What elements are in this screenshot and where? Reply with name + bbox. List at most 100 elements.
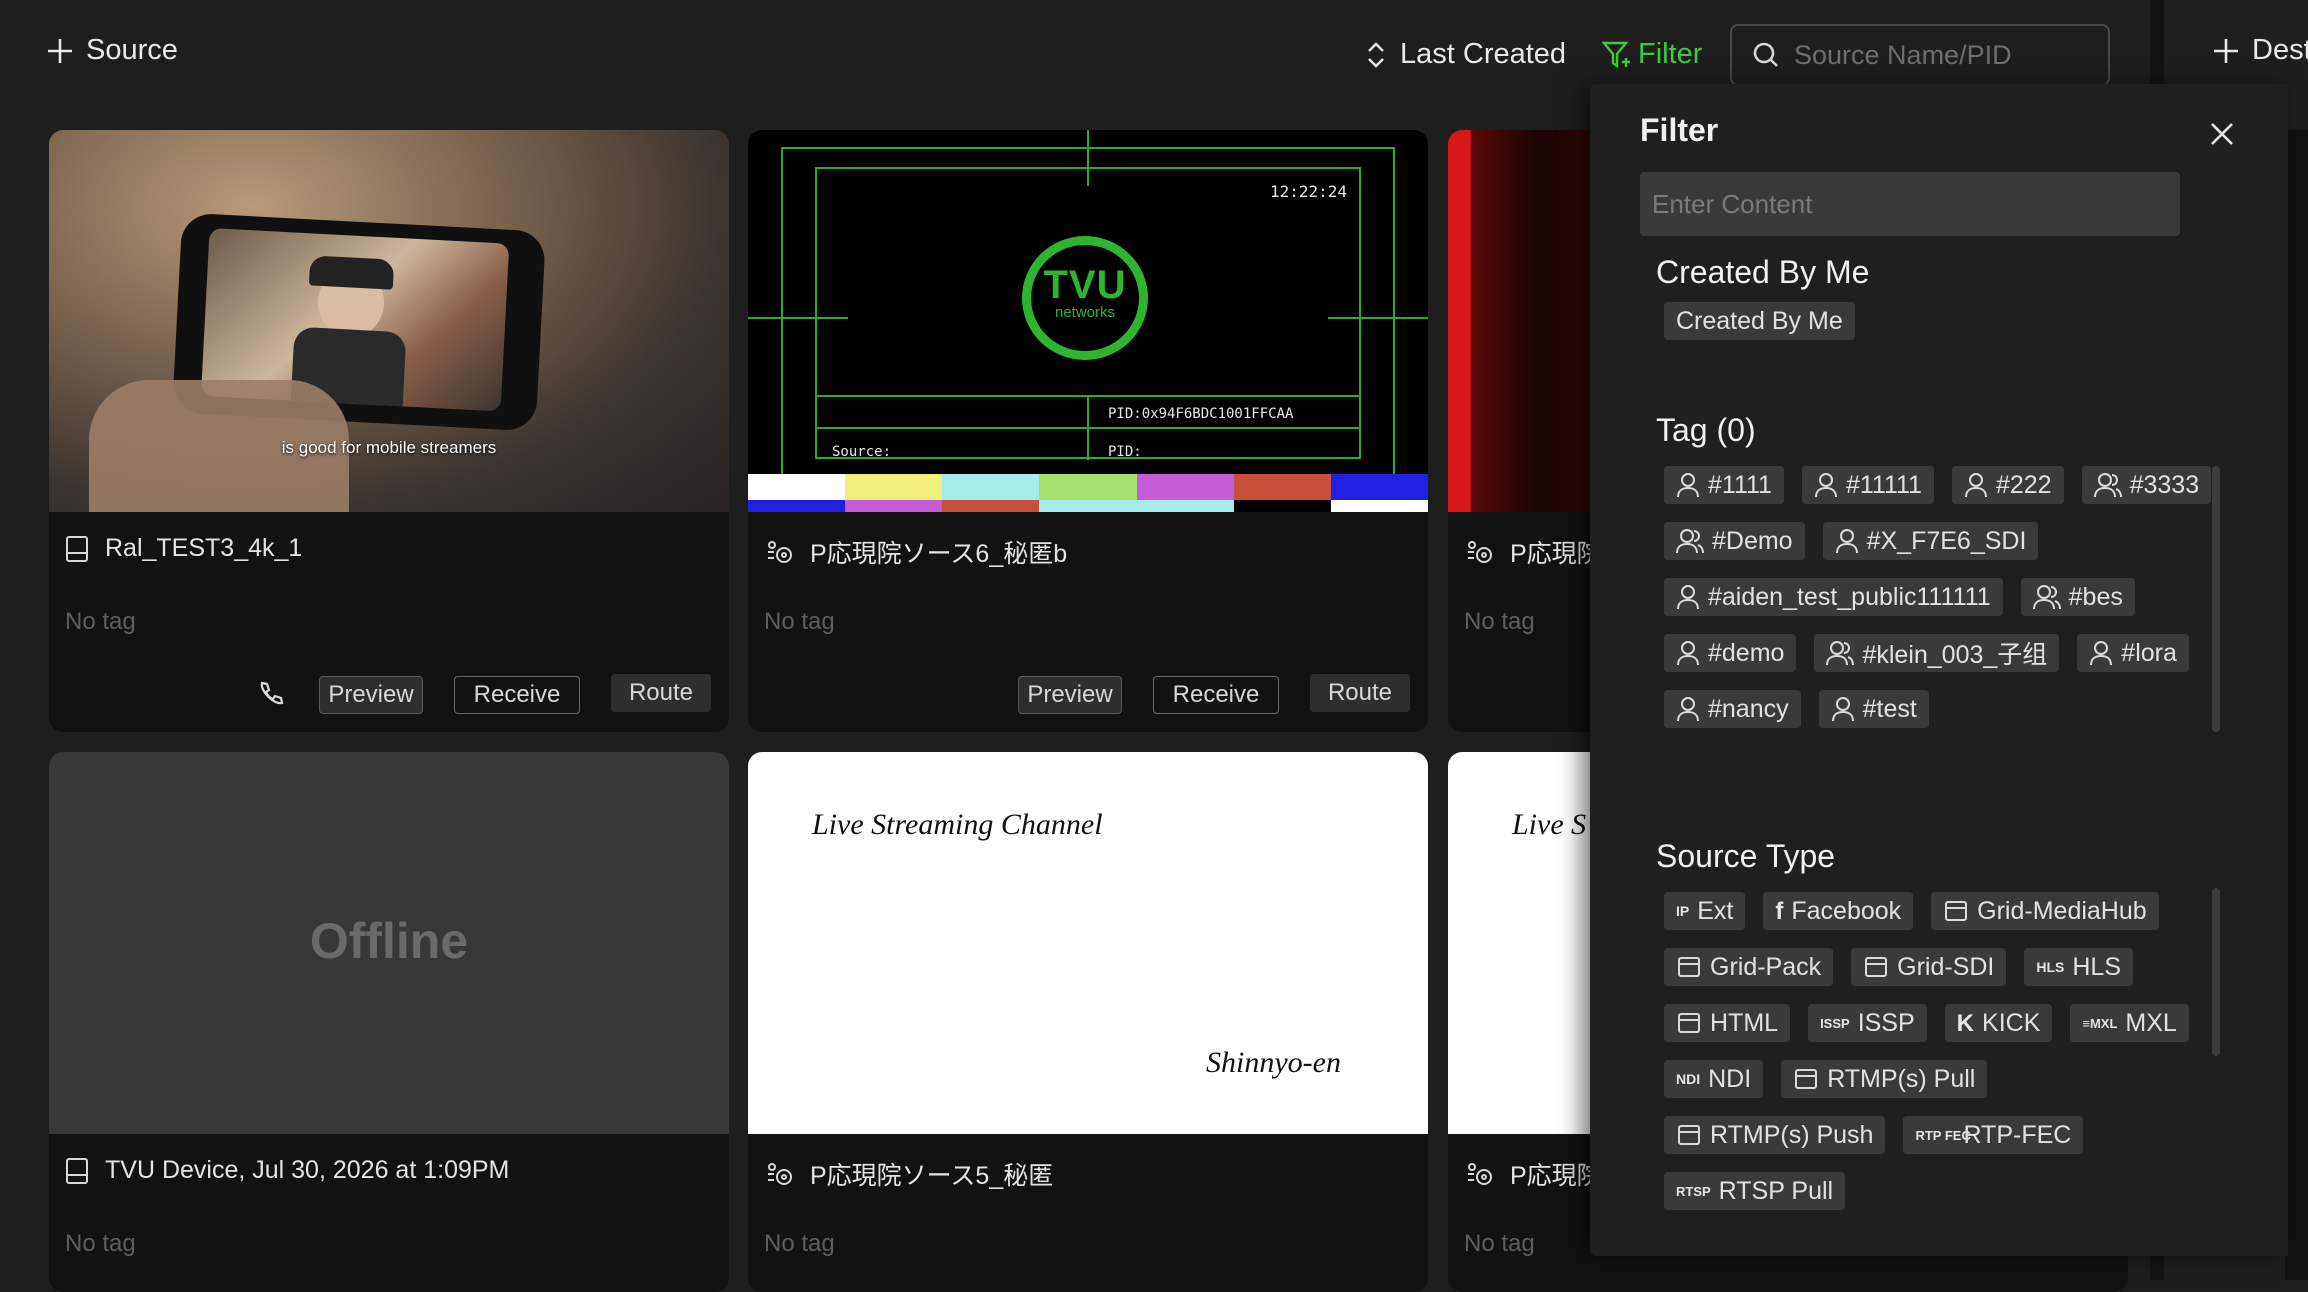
- rtmp-pull-icon: [1795, 1069, 1818, 1089]
- users-icon: [1676, 529, 1704, 554]
- tag-chip[interactable]: #222: [1951, 466, 2064, 504]
- pid-readout: PID:0x94F6BDC1001FFCAA: [1108, 406, 1294, 422]
- source-card[interactable]: Offline TVU Device, Jul 30, 2026 at 1:09…: [49, 752, 729, 1292]
- source-type-chip[interactable]: HTML: [1664, 1004, 1791, 1042]
- no-tag-label: No tag: [1464, 1230, 1535, 1257]
- channel-title-text: Live Streaming Channel: [812, 808, 1103, 841]
- phone-call-icon[interactable]: [255, 680, 285, 710]
- tag-chip[interactable]: #bes: [2020, 578, 2135, 616]
- source-title: P応現院: [1464, 534, 1602, 570]
- filter-funnel-icon: [1602, 41, 1630, 68]
- route-button[interactable]: Route: [611, 674, 711, 712]
- source-type-chip[interactable]: ≡MXL MXL: [2070, 1004, 2189, 1042]
- tag-chip[interactable]: #Demo: [1664, 522, 1805, 560]
- source-readout-label: Source:: [832, 444, 892, 460]
- users-icon: [2093, 473, 2122, 498]
- tvu-device-icon: [66, 535, 88, 562]
- source-type-chip[interactable]: Grid-SDI: [1851, 948, 2007, 986]
- user-icon: [1831, 697, 1854, 722]
- offline-status: Offline: [309, 913, 469, 969]
- tag-chip[interactable]: #1111: [1664, 466, 1784, 504]
- user-icon: [1814, 473, 1837, 498]
- source-thumbnail[interactable]: is good for mobile streamers: [49, 130, 729, 512]
- tag-chip[interactable]: #demo: [1664, 634, 1797, 672]
- receive-button[interactable]: Receive: [454, 676, 580, 714]
- source-card[interactable]: 12:22:24 TVU networks PID:0x94F6BDC1001F…: [748, 130, 1428, 732]
- source-type-chip[interactable]: IP Ext: [1664, 892, 1746, 930]
- source-type-chip[interactable]: RTMP(s) Pull: [1781, 1060, 1988, 1098]
- kick-icon: K: [1956, 1009, 1975, 1037]
- filter-search-input[interactable]: [1640, 172, 2180, 236]
- source-search-input[interactable]: [1794, 39, 2094, 71]
- tag-chip[interactable]: #test: [1818, 690, 1929, 728]
- receive-button[interactable]: Receive: [1153, 676, 1279, 714]
- tag-list-scrollbar[interactable]: [2212, 466, 2220, 732]
- tag-chip[interactable]: #lora: [2077, 634, 2189, 672]
- source-search-box[interactable]: [1730, 24, 2110, 86]
- ip-icon: IP: [1676, 902, 1690, 919]
- hls-icon: HLS: [2036, 958, 2065, 975]
- source-type-heading: Source Type: [1656, 838, 1836, 874]
- source-thumbnail[interactable]: Live Streaming Channel Shinnyo-en: [748, 752, 1428, 1134]
- tag-heading: Tag (0): [1656, 412, 1756, 448]
- user-icon: [1677, 473, 1699, 498]
- tag-chip[interactable]: #nancy: [1664, 690, 1801, 728]
- source-type-chip[interactable]: Grid-Pack: [1664, 948, 1834, 986]
- tag-chip[interactable]: #3333: [2081, 466, 2212, 504]
- sort-button[interactable]: Last Created: [1364, 38, 1566, 71]
- ndi-icon: NDI: [1676, 1070, 1701, 1087]
- user-icon: [1835, 529, 1858, 554]
- no-tag-label: No tag: [65, 1230, 136, 1257]
- search-icon: [1753, 42, 1778, 67]
- tag-chip[interactable]: #11111: [1801, 466, 1934, 504]
- signature-text: Shinnyo-en: [1206, 1046, 1341, 1079]
- preview-button[interactable]: Preview: [319, 676, 423, 714]
- no-tag-label: No tag: [65, 608, 136, 635]
- grid-pack-icon: [1678, 957, 1700, 977]
- add-source-label: Source: [86, 34, 178, 66]
- plus-icon: [48, 38, 72, 63]
- source-card[interactable]: Live Streaming Channel Shinnyo-en P応現院ソー…: [748, 752, 1428, 1292]
- source-thumbnail[interactable]: Offline: [49, 752, 729, 1134]
- source-type-chip[interactable]: RTP FEC RTP-FEC: [1903, 1116, 2084, 1154]
- tag-chip[interactable]: #X_F7E6_SDI: [1822, 522, 2039, 560]
- source-title: P応現院ソース6_秘匿b: [764, 534, 1067, 570]
- user-icon: [1677, 585, 1699, 610]
- source-title: P応現院ソース5_秘匿: [764, 1156, 1053, 1192]
- tvu-device-icon: [66, 1157, 88, 1184]
- source-type-chip[interactable]: NDI NDI: [1664, 1060, 1764, 1098]
- source-thumbnail[interactable]: 12:22:24 TVU networks PID:0x94F6BDC1001F…: [748, 130, 1428, 512]
- route-button[interactable]: Route: [1310, 674, 1410, 712]
- source-title: TVU Device, Jul 30, 2026 at 1:09PM: [65, 1156, 509, 1185]
- add-destination-button[interactable]: Dest: [2212, 34, 2308, 67]
- source-type-chip[interactable]: RTMP(s) Push: [1664, 1116, 1886, 1154]
- grid-sdi-icon: [1468, 541, 1492, 563]
- preview-button[interactable]: Preview: [1018, 676, 1122, 714]
- source-type-chip[interactable]: ISSP ISSP: [1808, 1004, 1927, 1042]
- sort-label: Last Created: [1400, 38, 1567, 70]
- source-card[interactable]: is good for mobile streamers Ral_TEST3_4…: [49, 130, 729, 732]
- user-icon: [2090, 641, 2113, 666]
- no-tag-label: No tag: [1464, 608, 1535, 635]
- no-tag-label: No tag: [764, 1230, 835, 1257]
- facebook-icon: f: [1775, 897, 1784, 925]
- tag-chip[interactable]: #aiden_test_public111111: [1664, 578, 2003, 616]
- source-type-chip[interactable]: RTSP RTSP Pull: [1664, 1172, 1846, 1210]
- users-icon: [1826, 641, 1855, 666]
- thumbnail-caption: is good for mobile streamers: [281, 438, 497, 457]
- filter-panel: Filter Created By Me Created By Me Tag (…: [1590, 84, 2288, 1256]
- grid-sdi-icon: [768, 1163, 792, 1185]
- filter-button[interactable]: Filter: [1602, 38, 1702, 71]
- close-icon[interactable]: [2208, 120, 2236, 148]
- grid-sdi-icon: [1468, 1163, 1492, 1185]
- tag-chip[interactable]: #klein_003_子组: [1814, 634, 2060, 672]
- source-type-chip[interactable]: Grid-MediaHub: [1931, 892, 2159, 930]
- source-type-chip[interactable]: HLS HLS: [2024, 948, 2134, 986]
- source-type-scrollbar[interactable]: [2212, 888, 2220, 1056]
- source-type-chip[interactable]: K KICK: [1944, 1004, 2053, 1042]
- rtsp-pull-icon: RTSP: [1676, 1183, 1711, 1199]
- pid-readout-label: PID:: [1108, 444, 1142, 460]
- source-type-chip[interactable]: f Facebook: [1763, 892, 1914, 930]
- created-by-me-chip[interactable]: Created By Me: [1664, 302, 1855, 340]
- add-source-button[interactable]: Source: [46, 34, 178, 67]
